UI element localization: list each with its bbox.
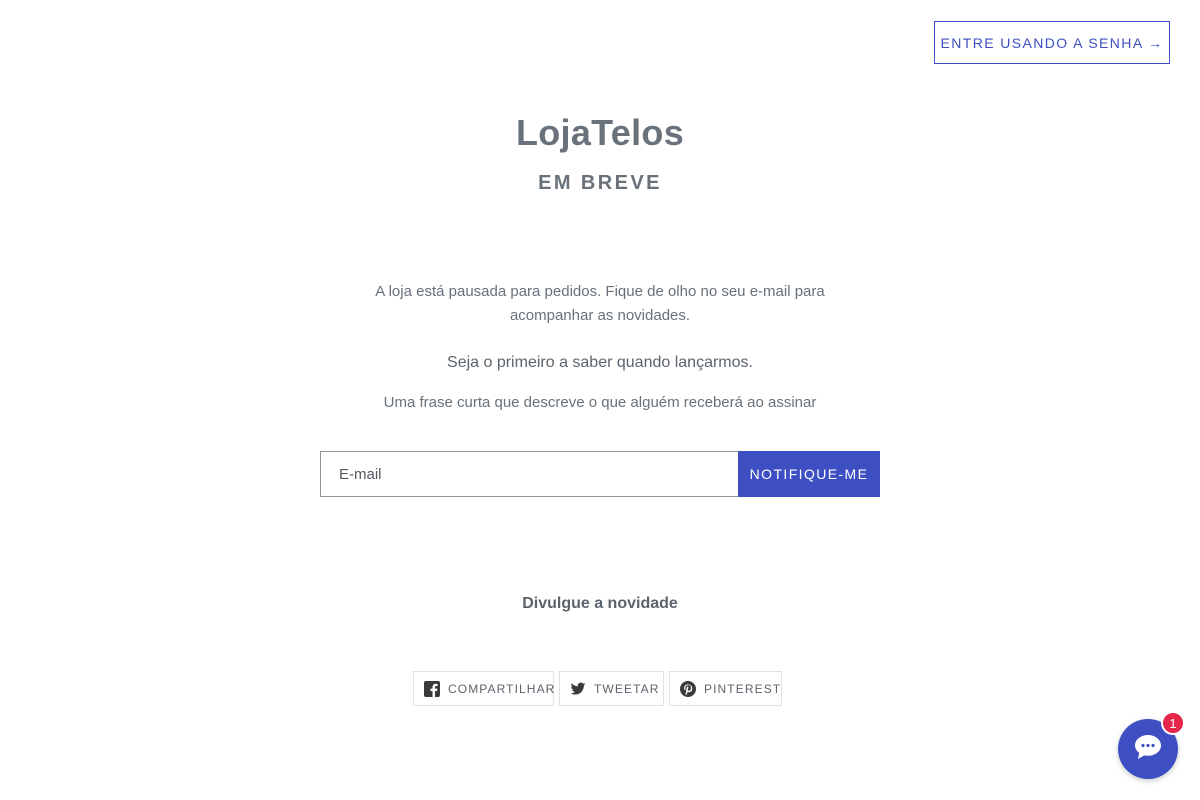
chat-bubble-icon bbox=[1133, 733, 1163, 766]
facebook-icon bbox=[424, 680, 440, 697]
newsletter-form: NOTIFIQUE-ME bbox=[320, 451, 880, 497]
coming-soon-subtitle: EM BREVE bbox=[538, 172, 662, 194]
chat-unread-badge: 1 bbox=[1161, 711, 1185, 735]
share-twitter-button[interactable]: TWEETAR bbox=[559, 671, 664, 706]
twitter-icon bbox=[570, 681, 586, 697]
signup-description: Uma frase curta que descreve o que algué… bbox=[383, 394, 817, 411]
share-pinterest-label: PINTEREST bbox=[704, 681, 782, 696]
share-facebook-button[interactable]: COMPARTILHAR bbox=[413, 671, 554, 706]
signup-heading: Seja o primeiro a saber quando lançarmos… bbox=[447, 354, 753, 371]
share-facebook-label: COMPARTILHAR bbox=[448, 681, 556, 696]
email-input[interactable] bbox=[320, 451, 738, 497]
share-pinterest-button[interactable]: PINTEREST bbox=[669, 671, 782, 706]
notify-me-button[interactable]: NOTIFIQUE-ME bbox=[738, 451, 880, 497]
share-heading: Divulgue a novidade bbox=[522, 595, 678, 612]
store-name-title: LojaTelos bbox=[515, 112, 685, 153]
enter-with-password-link[interactable]: ENTRE USANDO A SENHA → bbox=[934, 21, 1170, 64]
intro-message: A loja está pausada para pedidos. Fique … bbox=[375, 283, 825, 324]
share-twitter-label: TWEETAR bbox=[594, 681, 660, 696]
pinterest-icon bbox=[680, 680, 696, 697]
